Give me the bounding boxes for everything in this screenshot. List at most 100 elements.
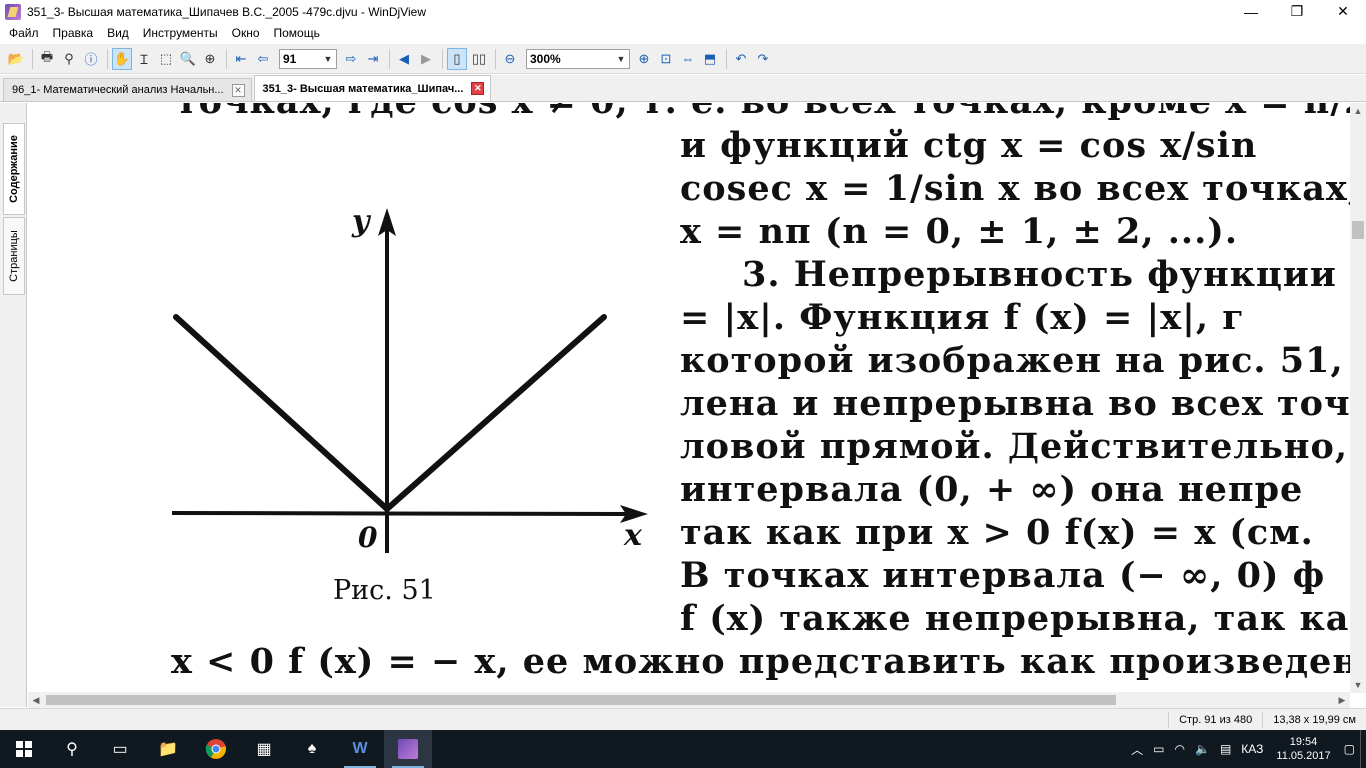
language-indicator[interactable]: КАЗ <box>1236 742 1268 756</box>
menu-file[interactable]: Файл <box>2 23 46 43</box>
chevron-down-icon[interactable]: ▼ <box>613 50 629 68</box>
zoom-in-icon[interactable]: ⊕ <box>634 48 654 70</box>
text-line: которой изображен на рис. 51, о <box>680 340 1350 381</box>
text-select-icon[interactable]: Ɪ <box>134 48 154 70</box>
hand-tool-icon[interactable]: ✋ <box>112 47 132 70</box>
zoom-in-tool-icon[interactable]: 🔍 <box>178 48 198 70</box>
chrome-icon[interactable] <box>192 730 240 768</box>
rotate-right-icon[interactable]: ↷ <box>753 48 773 70</box>
calculator-icon[interactable]: ▦ <box>240 730 288 768</box>
clock-time: 19:54 <box>1289 736 1318 748</box>
info-icon[interactable]: ⓘ <box>81 48 101 70</box>
close-icon[interactable]: ✕ <box>471 82 485 95</box>
clock-date: 11.05.2017 <box>1276 750 1331 762</box>
battery-icon[interactable]: ▭ <box>1148 742 1169 756</box>
actual-size-icon[interactable]: ⬒ <box>700 48 720 70</box>
vertical-scrollbar[interactable]: ▲ ▼ <box>1350 103 1366 693</box>
graph-left-branch <box>173 314 390 512</box>
text-line: = |x|. Функция f (x) = |x|, г <box>680 297 1245 338</box>
menu-bar: Файл Правка Вид Инструменты Окно Помощь <box>0 23 1366 43</box>
task-view-icon[interactable]: ▭ <box>96 730 144 768</box>
action-center-icon[interactable]: ▢ <box>1339 742 1360 756</box>
tab-document-1[interactable]: 96_1- Математический анализ Начальн... ✕ <box>3 78 252 101</box>
windows-start-icon[interactable] <box>0 730 48 768</box>
status-page-size: 13,38 x 19,99 см <box>1262 711 1366 728</box>
notification-icon[interactable]: ▤ <box>1215 742 1236 756</box>
file-explorer-icon[interactable]: 📁 <box>144 730 192 768</box>
chevron-up-icon[interactable]: ︿ <box>1126 741 1148 758</box>
horizontal-scroll-thumb[interactable] <box>46 695 1116 705</box>
rotate-left-icon[interactable]: ↶ <box>731 48 751 70</box>
next-page-icon[interactable]: ⇨ <box>341 48 361 70</box>
forward-icon[interactable]: ▶ <box>416 48 436 70</box>
wifi-icon[interactable]: ◠ <box>1170 742 1190 756</box>
horizontal-scrollbar[interactable]: ◀ ▶ <box>28 692 1350 708</box>
scroll-up-icon[interactable]: ▲ <box>1350 103 1366 119</box>
show-desktop-button[interactable] <box>1360 730 1366 768</box>
toolbar-separator <box>495 48 496 69</box>
tab-label: 96_1- Математический анализ Начальн... <box>12 84 224 96</box>
tab-pages[interactable]: Страницы <box>3 217 25 295</box>
toolbar-separator <box>107 48 108 69</box>
status-bar: Стр. 91 из 480 13,38 x 19,99 см <box>0 708 1366 730</box>
close-button[interactable]: ✕ <box>1320 0 1366 23</box>
menu-edit[interactable]: Правка <box>46 23 101 43</box>
text-line: x = nπ (n = 0, ± 1, ± 2, ...). <box>680 211 1239 252</box>
window-title: 351_3- Высшая математика_Шипачев В.С._20… <box>27 4 426 19</box>
x-axis-label: x <box>623 518 643 553</box>
zoom-rect-icon[interactable]: ⊕ <box>200 48 220 70</box>
scroll-left-icon[interactable]: ◀ <box>28 692 44 708</box>
toolbar-separator <box>726 48 727 69</box>
rect-select-icon[interactable]: ⬚ <box>156 48 176 70</box>
text-line: так как при x > 0 f(x) = x (см. <box>680 512 1314 553</box>
toolbar-separator <box>389 48 390 69</box>
facing-pages-icon[interactable]: ▯▯ <box>469 48 489 70</box>
side-tab-label: Страницы <box>8 230 20 282</box>
word-icon[interactable]: W <box>336 730 384 768</box>
document-tab-bar: 96_1- Математический анализ Начальн... ✕… <box>0 75 1366 102</box>
text-line: f (x) также непрерывна, так ка <box>680 598 1350 639</box>
scroll-right-icon[interactable]: ▶ <box>1334 692 1350 708</box>
scroll-down-icon[interactable]: ▼ <box>1350 677 1366 693</box>
zoom-value: 300% <box>530 51 561 66</box>
fit-page-icon[interactable]: ⊡ <box>656 48 676 70</box>
toolbar-separator <box>32 48 33 69</box>
fit-width-icon[interactable]: ⇔ <box>678 48 698 70</box>
system-tray: ︿ ▭ ◠ 🔈 ▤ КАЗ 19:54 11.05.2017 ▢ <box>1126 730 1366 768</box>
page-number-select[interactable]: 91 ▼ <box>279 48 337 69</box>
windows-taskbar: ⚲ ▭ 📁 ▦ ♠ W ︿ ▭ ◠ 🔈 ▤ КАЗ 19:54 11.05.20… <box>0 730 1366 768</box>
menu-help[interactable]: Помощь <box>267 23 327 43</box>
minimize-button[interactable]: — <box>1228 0 1274 23</box>
chevron-down-icon[interactable]: ▼ <box>320 50 336 68</box>
print-icon[interactable]: 🖶 <box>37 48 57 70</box>
volume-icon[interactable]: 🔈 <box>1190 742 1215 756</box>
last-page-icon[interactable]: ⇥ <box>363 48 383 70</box>
open-icon[interactable]: 📂 <box>6 48 26 70</box>
search-icon[interactable]: ⚲ <box>48 730 96 768</box>
zoom-out-icon[interactable]: ⊖ <box>500 48 520 70</box>
tab-contents[interactable]: Содержание <box>3 123 25 215</box>
solitaire-icon[interactable]: ♠ <box>288 730 336 768</box>
figure-caption: Рис. 51 <box>333 575 436 606</box>
menu-tools[interactable]: Инструменты <box>136 23 225 43</box>
menu-view[interactable]: Вид <box>100 23 136 43</box>
maximize-button[interactable]: ❐ <box>1274 0 1320 23</box>
back-icon[interactable]: ◀ <box>394 48 414 70</box>
prev-page-icon[interactable]: ⇦ <box>253 48 273 70</box>
close-icon[interactable]: ✕ <box>231 83 245 97</box>
find-icon[interactable]: ⚲ <box>59 48 79 70</box>
windjview-taskbar-icon[interactable] <box>384 730 432 768</box>
tab-document-2[interactable]: 351_3- Высшая математика_Шипач... ✕ <box>253 75 492 101</box>
single-page-icon[interactable]: ▯ <box>447 47 467 70</box>
menu-window[interactable]: Окно <box>225 23 267 43</box>
first-page-icon[interactable]: ⇤ <box>231 48 251 70</box>
figure-abs-x-graph: y x 0 <box>171 204 648 554</box>
document-view[interactable]: точках, где cos x ≠ 0, т. е. во всех точ… <box>28 103 1350 693</box>
text-line: и функций ctg x = cos x/sin <box>680 125 1258 166</box>
zoom-select[interactable]: 300% ▼ <box>526 48 630 69</box>
toolbar-separator <box>442 48 443 69</box>
vertical-scroll-thumb[interactable] <box>1352 221 1364 239</box>
status-page: Стр. 91 из 480 <box>1168 711 1262 728</box>
clock[interactable]: 19:54 11.05.2017 <box>1268 735 1338 763</box>
y-axis-label: y <box>351 204 372 239</box>
